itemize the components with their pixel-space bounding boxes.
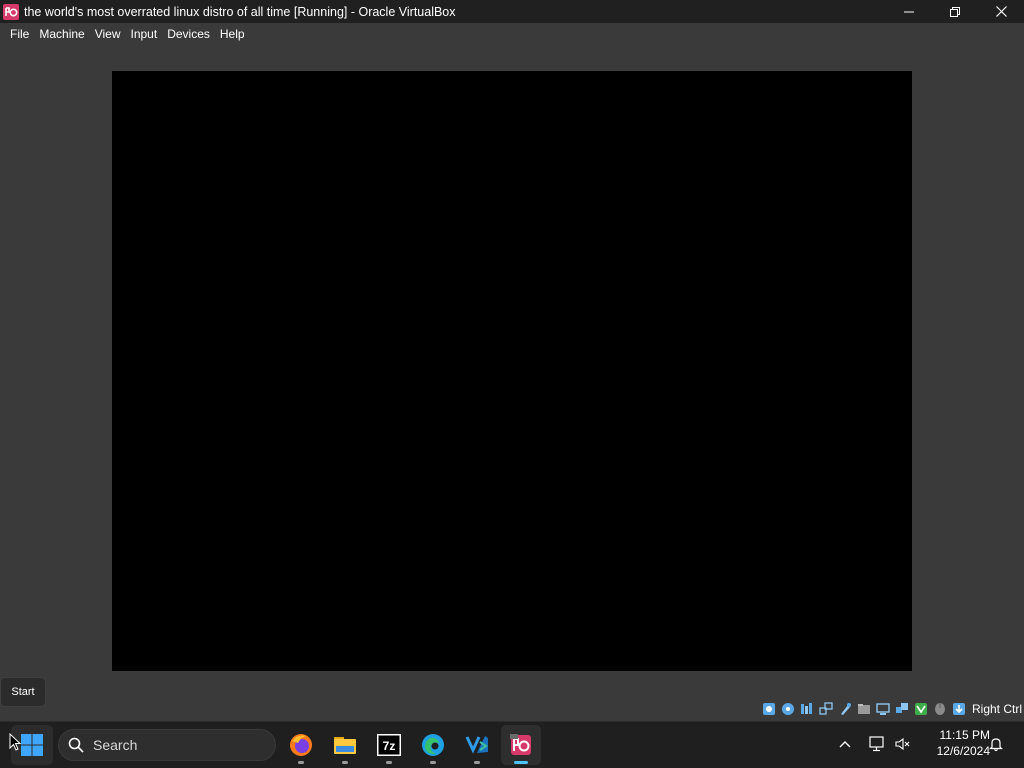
menu-bar: File Machine View Input Devices Help	[0, 23, 1024, 45]
taskbar-search[interactable]: Search	[58, 729, 276, 761]
close-icon	[995, 6, 1007, 17]
minimize-button[interactable]	[886, 0, 932, 23]
restore-icon	[950, 6, 960, 17]
window-controls	[886, 0, 1024, 23]
clock-date: 12/6/2024	[936, 744, 990, 758]
7zip-icon: 7z	[377, 734, 401, 756]
firefox-icon	[290, 734, 312, 756]
running-indicator	[430, 761, 436, 764]
clock-time: 11:15 PM	[939, 728, 990, 742]
window-title: the world's most overrated linux distro …	[24, 4, 456, 19]
vscode-icon	[465, 736, 488, 754]
show-hidden-icons-button[interactable]	[833, 732, 857, 756]
windows-logo-icon	[21, 734, 43, 756]
running-indicator	[386, 761, 392, 764]
network-tray-button[interactable]	[865, 732, 889, 756]
mouse-integration-icon[interactable]	[933, 702, 948, 717]
menu-machine[interactable]: Machine	[34, 23, 89, 45]
virtualization-icon[interactable]	[914, 702, 929, 717]
audio-icon[interactable]	[800, 702, 815, 717]
hard-disk-icon[interactable]	[762, 702, 777, 717]
taskbar-vscode[interactable]	[457, 725, 497, 765]
recording-icon[interactable]	[895, 702, 910, 717]
svg-text:7z: 7z	[383, 739, 396, 753]
minimize-icon	[904, 11, 914, 12]
optical-drive-icon[interactable]	[781, 702, 796, 717]
folder-icon	[334, 737, 356, 754]
taskbar: Search 7z 11:15 PM 12/6/2024	[0, 721, 1024, 768]
edge-icon	[422, 734, 444, 756]
volume-tray-button[interactable]	[890, 732, 914, 756]
taskbar-file-explorer[interactable]	[325, 725, 365, 765]
close-button[interactable]	[978, 0, 1024, 23]
menu-file[interactable]: File	[5, 23, 34, 45]
notifications-button[interactable]	[984, 732, 1008, 756]
taskbar-firefox[interactable]	[281, 725, 321, 765]
menu-input[interactable]: Input	[126, 23, 163, 45]
menu-help[interactable]: Help	[215, 23, 250, 45]
running-indicator	[342, 761, 348, 764]
display-icon[interactable]	[876, 702, 891, 717]
running-indicator	[298, 761, 304, 764]
clock[interactable]: 11:15 PM 12/6/2024	[918, 727, 990, 763]
network-icon[interactable]	[819, 702, 834, 717]
keyboard-icon[interactable]	[952, 702, 967, 717]
virtualbox-vm-icon	[510, 734, 531, 755]
bell-icon	[989, 738, 1003, 752]
host-key-label: Right Ctrl	[971, 702, 1022, 716]
vm-status-bar: Right Ctrl	[762, 697, 1024, 721]
menu-view[interactable]: View	[90, 23, 126, 45]
network-monitor-icon	[869, 736, 884, 752]
usb-icon[interactable]	[838, 702, 853, 717]
menu-devices[interactable]: Devices	[162, 23, 215, 45]
restore-button[interactable]	[932, 0, 978, 23]
mouse-cursor-icon	[9, 733, 21, 751]
running-indicator	[474, 761, 480, 764]
volume-muted-icon	[895, 737, 910, 751]
taskbar-virtualbox[interactable]	[501, 725, 541, 765]
shared-folder-icon[interactable]	[857, 702, 872, 717]
virtualbox-vm-icon[interactable]	[3, 3, 19, 20]
title-bar[interactable]: the world's most overrated linux distro …	[0, 0, 1024, 23]
vm-screen[interactable]	[112, 71, 912, 671]
chevron-up-icon	[839, 741, 851, 748]
search-placeholder: Search	[93, 737, 138, 753]
start-tooltip: Start	[0, 677, 46, 707]
search-icon	[68, 737, 84, 753]
taskbar-edge[interactable]	[413, 725, 453, 765]
active-indicator	[514, 761, 528, 764]
taskbar-7zip[interactable]: 7z	[369, 725, 409, 765]
